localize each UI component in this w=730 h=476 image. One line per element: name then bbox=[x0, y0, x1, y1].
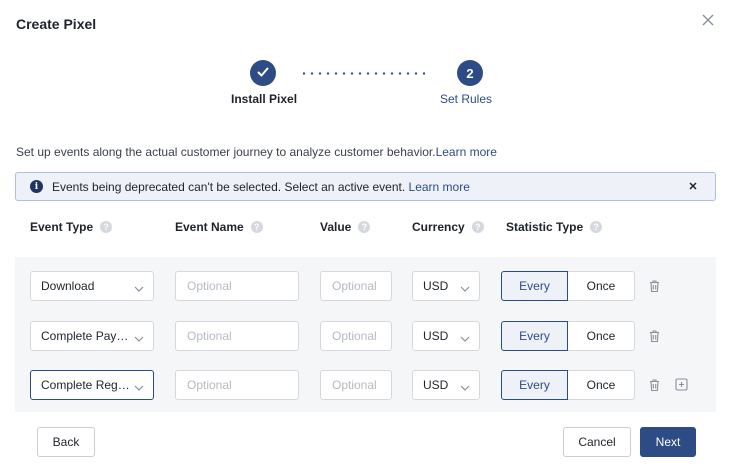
header-currency-label: Currency bbox=[412, 220, 465, 234]
currency-value: USD bbox=[423, 329, 449, 343]
statistic-type-toggle: Every Once bbox=[501, 321, 635, 351]
value-input[interactable] bbox=[320, 321, 392, 351]
cancel-button[interactable]: Cancel bbox=[563, 427, 631, 457]
event-name-input[interactable] bbox=[175, 321, 299, 351]
add-row-icon[interactable] bbox=[675, 378, 688, 391]
statistic-every-option[interactable]: Every bbox=[501, 370, 568, 400]
header-value: Value ? bbox=[320, 220, 371, 234]
trash-icon[interactable] bbox=[648, 279, 661, 293]
chevron-down-icon bbox=[460, 332, 470, 342]
statistic-once-option[interactable]: Once bbox=[568, 321, 635, 351]
step-2-circle: 2 bbox=[457, 60, 483, 86]
header-statistic-type: Statistic Type ? bbox=[506, 220, 603, 234]
description: Set up events along the actual customer … bbox=[16, 145, 497, 159]
info-icon: i bbox=[30, 180, 43, 193]
next-button[interactable]: Next bbox=[640, 427, 696, 457]
value-input[interactable] bbox=[320, 370, 392, 400]
back-button[interactable]: Back bbox=[37, 427, 95, 457]
header-event-name-label: Event Name bbox=[175, 220, 244, 234]
event-name-input[interactable] bbox=[175, 370, 299, 400]
rule-row: Complete Pay… USD Every Once bbox=[0, 321, 701, 351]
check-icon bbox=[256, 65, 270, 82]
statistic-once-option[interactable]: Once bbox=[568, 271, 635, 301]
trash-icon[interactable] bbox=[648, 329, 661, 343]
statistic-type-toggle: Every Once bbox=[501, 370, 635, 400]
statistic-every-option[interactable]: Every bbox=[501, 321, 568, 351]
currency-select[interactable]: USD bbox=[412, 321, 480, 351]
header-statistic-type-label: Statistic Type bbox=[506, 220, 584, 234]
event-name-input[interactable] bbox=[175, 271, 299, 301]
currency-select[interactable]: USD bbox=[412, 370, 480, 400]
help-icon[interactable]: ? bbox=[100, 221, 113, 233]
statistic-type-toggle: Every Once bbox=[501, 271, 635, 301]
help-icon[interactable]: ? bbox=[471, 221, 484, 233]
step-connector bbox=[300, 72, 428, 75]
event-type-select[interactable]: Complete Pay… bbox=[30, 321, 154, 351]
currency-select[interactable]: USD bbox=[412, 271, 480, 301]
event-type-value: Complete Reg… bbox=[41, 378, 130, 392]
description-text: Set up events along the actual customer … bbox=[16, 145, 436, 159]
header-event-type: Event Type ? bbox=[30, 220, 113, 234]
value-input[interactable] bbox=[320, 271, 392, 301]
notice-close-icon[interactable] bbox=[687, 180, 699, 192]
statistic-once-option[interactable]: Once bbox=[568, 370, 635, 400]
close-icon[interactable] bbox=[700, 12, 716, 28]
learn-more-link[interactable]: Learn more bbox=[436, 145, 497, 159]
help-icon[interactable]: ? bbox=[590, 221, 603, 233]
chevron-down-icon bbox=[134, 381, 144, 391]
trash-icon[interactable] bbox=[648, 378, 661, 392]
chevron-down-icon bbox=[134, 332, 144, 342]
step-1-label: Install Pixel bbox=[231, 92, 298, 106]
deprecation-notice: i Events being deprecated can't be selec… bbox=[15, 172, 716, 201]
chevron-down-icon bbox=[460, 381, 470, 391]
dialog-title: Create Pixel bbox=[16, 16, 97, 32]
header-value-label: Value bbox=[320, 220, 352, 234]
event-type-select[interactable]: Complete Reg… bbox=[30, 370, 154, 400]
notice-learn-more-link[interactable]: Learn more bbox=[409, 180, 470, 194]
notice-text: Events being deprecated can't be selecte… bbox=[52, 179, 406, 194]
header-event-type-label: Event Type bbox=[30, 220, 94, 234]
help-icon[interactable]: ? bbox=[358, 221, 371, 233]
header-event-name: Event Name ? bbox=[175, 220, 263, 234]
event-type-value: Complete Pay… bbox=[41, 329, 129, 343]
currency-value: USD bbox=[423, 279, 449, 293]
help-icon[interactable]: ? bbox=[250, 221, 263, 233]
rule-row: Download USD Every Once bbox=[0, 271, 701, 301]
rule-row: Complete Reg… USD Every Once bbox=[0, 370, 701, 400]
step-2-label: Set Rules bbox=[440, 92, 493, 106]
statistic-every-option[interactable]: Every bbox=[501, 271, 568, 301]
event-type-select[interactable]: Download bbox=[30, 271, 154, 301]
create-pixel-dialog: Create Pixel 2 Install Pixel Set Rules S… bbox=[0, 0, 730, 476]
event-type-value: Download bbox=[41, 279, 95, 293]
step-1-circle bbox=[250, 60, 276, 86]
header-currency: Currency ? bbox=[412, 220, 484, 234]
chevron-down-icon bbox=[460, 282, 470, 292]
chevron-down-icon bbox=[134, 282, 144, 292]
currency-value: USD bbox=[423, 378, 449, 392]
